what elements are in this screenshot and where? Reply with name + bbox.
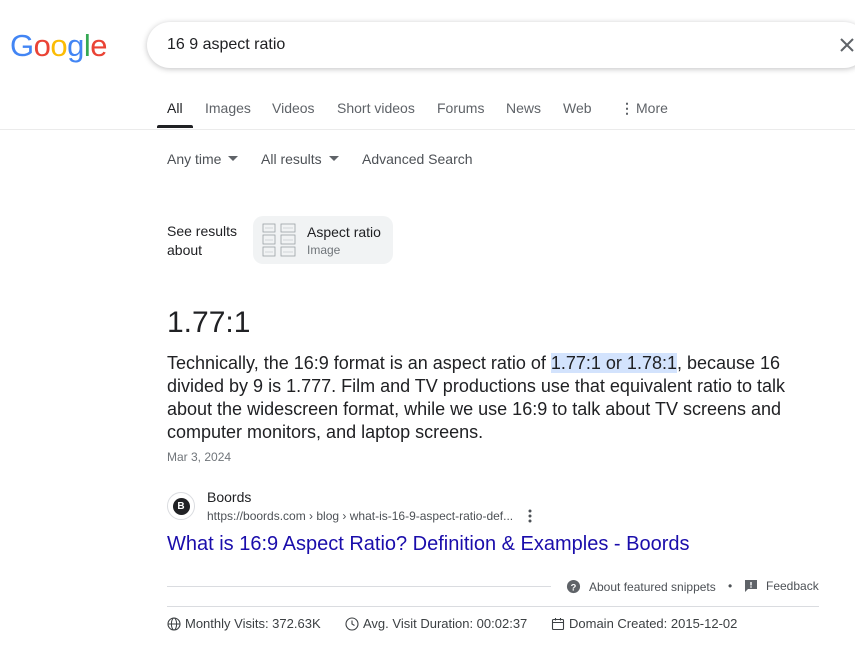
snippet-text-before: Technically, the 16:9 format is an aspec… xyxy=(167,353,551,373)
see-results-line1: See results xyxy=(167,223,238,239)
chip-subtitle: Image xyxy=(307,243,341,257)
about-featured-snippets-label: About featured snippets xyxy=(589,579,716,594)
aspect-ratio-thumbnail-icon xyxy=(262,223,296,257)
site-favicon[interactable]: B xyxy=(167,492,195,520)
tab-all[interactable]: All xyxy=(167,100,183,116)
logo-letter: o xyxy=(33,28,51,63)
logo-letter: g xyxy=(67,28,84,63)
see-results-line2: about xyxy=(167,242,203,258)
tab-videos[interactable]: Videos xyxy=(272,100,315,116)
snippet-date: Mar 3, 2024 xyxy=(167,450,232,464)
chevron-down-icon xyxy=(228,155,239,161)
logo-letter: o xyxy=(50,28,68,63)
feedback-icon xyxy=(745,580,757,592)
help-icon: ? xyxy=(566,579,581,594)
avg-visit-duration-stat: Avg. Visit Duration: 00:02:37 xyxy=(345,616,527,631)
snippet-highlight: 1.77:1 or 1.78:1 xyxy=(550,353,677,373)
any-time-dropdown[interactable]: Any time xyxy=(167,151,239,167)
see-results-label: See results about xyxy=(167,222,237,260)
search-tabs: All Images Videos Short videos Forums Ne… xyxy=(0,92,855,130)
feedback-button[interactable]: Feedback xyxy=(744,579,819,593)
result-title-link[interactable]: What is 16:9 Aspect Ratio? Definition & … xyxy=(167,533,689,556)
divider xyxy=(167,606,819,607)
logo-letter: e xyxy=(90,28,108,63)
tab-short-videos[interactable]: Short videos xyxy=(337,100,415,116)
tab-more-label: More xyxy=(636,100,668,116)
site-name[interactable]: Boords xyxy=(207,489,251,505)
clock-icon xyxy=(345,616,359,631)
any-time-label: Any time xyxy=(167,151,222,167)
monthly-visits-label: Monthly Visits: 372.63K xyxy=(185,616,321,631)
svg-text:?: ? xyxy=(571,582,577,592)
feedback-label: Feedback xyxy=(766,579,819,593)
tab-images[interactable]: Images xyxy=(205,100,251,116)
more-vert-icon[interactable] xyxy=(524,508,536,524)
chip-title: Aspect ratio xyxy=(307,224,381,240)
aspect-ratio-chip[interactable]: Aspect ratio Image xyxy=(253,216,393,264)
domain-created-label: Domain Created: 2015-12-02 xyxy=(569,616,738,631)
featured-snippet-text: Technically, the 16:9 format is an aspec… xyxy=(167,352,827,444)
tab-more[interactable]: ⋮ More xyxy=(620,100,668,117)
more-vert-icon: ⋮ xyxy=(620,100,634,116)
logo-letter: G xyxy=(10,28,34,63)
tab-web[interactable]: Web xyxy=(563,100,592,116)
avg-visit-duration-label: Avg. Visit Duration: 00:02:37 xyxy=(363,616,528,631)
search-input[interactable] xyxy=(167,36,807,54)
tab-forums[interactable]: Forums xyxy=(437,100,484,116)
google-logo[interactable]: Google xyxy=(10,26,108,66)
separator-dot: • xyxy=(728,579,733,593)
featured-answer: 1.77:1 xyxy=(167,306,251,339)
tab-news[interactable]: News xyxy=(506,100,541,116)
calendar-icon xyxy=(551,617,565,630)
domain-created-stat: Domain Created: 2015-12-02 xyxy=(551,616,737,631)
monthly-visits-stat: Monthly Visits: 372.63K xyxy=(167,616,321,631)
active-tab-indicator xyxy=(157,125,193,128)
site-url[interactable]: https://boords.com › blog › what-is-16-9… xyxy=(207,509,513,523)
about-featured-snippets-link[interactable]: ? About featured snippets xyxy=(566,579,716,594)
close-icon[interactable] xyxy=(837,35,855,55)
chevron-down-icon xyxy=(328,155,339,161)
globe-icon xyxy=(167,616,181,631)
divider xyxy=(167,586,551,587)
all-results-dropdown[interactable]: All results xyxy=(261,151,339,167)
favicon-letter: B xyxy=(172,497,190,515)
all-results-label: All results xyxy=(261,151,322,167)
search-box xyxy=(147,22,855,68)
advanced-search-link[interactable]: Advanced Search xyxy=(362,151,473,167)
